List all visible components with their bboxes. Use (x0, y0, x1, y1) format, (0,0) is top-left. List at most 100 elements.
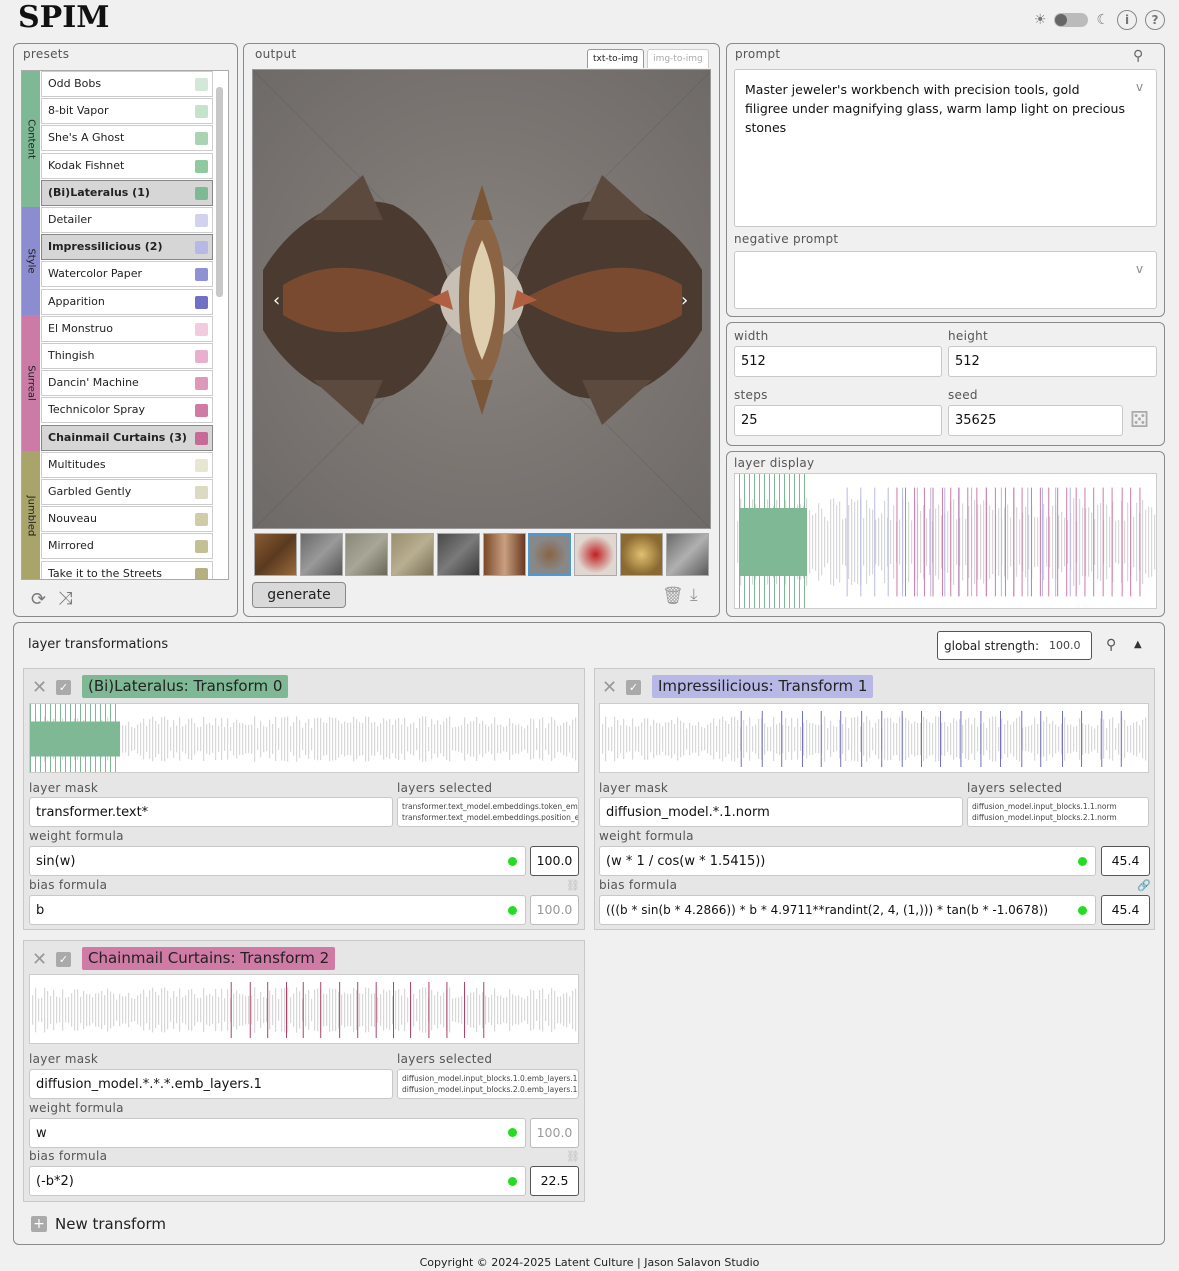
preset-item[interactable]: Detailer (41, 207, 213, 233)
preset-item[interactable]: Garbled Gently (41, 479, 213, 505)
tab-img-to-img[interactable]: img-to-img (647, 49, 709, 68)
unlink-icon[interactable]: ⛓ (566, 879, 580, 892)
close-icon[interactable]: ✕ (32, 949, 47, 970)
preset-item[interactable]: Nouveau (41, 506, 213, 533)
enable-checkbox[interactable]: ✓ (56, 680, 71, 695)
height-input[interactable]: 512 (948, 346, 1157, 377)
layer-bar (323, 993, 325, 1027)
layer-bar (458, 726, 460, 752)
selected-layer-line (302, 982, 304, 1038)
bias-formula-input[interactable]: b (29, 895, 526, 925)
layer-bar (575, 717, 577, 761)
enable-checkbox[interactable]: ✓ (56, 952, 71, 967)
tab-txt-to-img[interactable]: txt-to-img (587, 49, 645, 68)
layer-bar (635, 726, 637, 752)
preset-item[interactable]: (Bi)Lateralus (1) (41, 179, 213, 206)
layer-bar (809, 510, 811, 574)
thumbnail[interactable] (300, 533, 343, 576)
refresh-icon[interactable]: ⟳ (31, 589, 46, 610)
layer-bar (920, 511, 922, 573)
preset-item[interactable]: Kodak Fishnet (41, 152, 213, 179)
preset-item[interactable]: Watercolor Paper (41, 261, 213, 288)
layer-bar (1082, 723, 1084, 755)
trash-icon[interactable]: 🗑 (662, 586, 684, 606)
thumbnail[interactable] (620, 533, 663, 576)
bias-value[interactable]: 100.0 (530, 895, 579, 925)
chevron-down-icon[interactable]: v (1136, 262, 1143, 276)
unlink-icon[interactable]: ⛓ (566, 1150, 580, 1163)
presets-scrollbar[interactable] (215, 73, 225, 577)
transform-title[interactable]: (Bi)Lateralus: Transform 0 (82, 675, 289, 698)
preset-item[interactable]: Odd Bobs (41, 71, 213, 97)
unpin-icon[interactable]: ⚲ (1106, 637, 1116, 653)
weight-formula-input[interactable]: w (29, 1118, 526, 1148)
thumbnail[interactable] (345, 533, 388, 576)
preset-item[interactable]: Apparition (41, 288, 213, 315)
dice-icon[interactable]: ⚄ (1130, 408, 1149, 433)
global-strength-box[interactable]: global strength: 100.0 (937, 631, 1092, 660)
sun-icon[interactable]: ☀ (1034, 12, 1047, 28)
preset-item[interactable]: Chainmail Curtains (3) (41, 424, 213, 451)
transform-title[interactable]: Impressilicious: Transform 1 (652, 675, 874, 698)
preset-item[interactable]: Dancin' Machine (41, 370, 213, 397)
link-icon[interactable]: 🔗 (1137, 879, 1151, 892)
weight-value[interactable]: 45.4 (1101, 846, 1150, 876)
steps-input[interactable]: 25 (734, 405, 942, 436)
thumbnail[interactable] (437, 533, 480, 576)
layer-bar (101, 990, 103, 1030)
thumbnail[interactable] (483, 533, 526, 576)
weight-formula-input[interactable]: (w * 1 / cos(w * 1.5415)) (599, 846, 1096, 876)
layer-mask-input[interactable]: transformer.text* (29, 797, 393, 827)
layer-mask-input[interactable]: diffusion_model.*.*.*.emb_layers.1 (29, 1069, 393, 1099)
collapse-icon[interactable]: ▲ (1134, 639, 1142, 650)
help-icon[interactable]: ? (1145, 10, 1165, 30)
layer-bar (1046, 517, 1048, 567)
bias-formula-input[interactable]: (-b*2) (29, 1166, 526, 1196)
thumbnail[interactable] (666, 533, 709, 576)
preset-item[interactable]: Technicolor Spray (41, 397, 213, 424)
weight-value[interactable]: 100.0 (530, 1118, 579, 1148)
transform-title[interactable]: Chainmail Curtains: Transform 2 (82, 947, 336, 970)
preset-item[interactable]: Impressilicious (2) (41, 234, 213, 261)
shuffle-icon[interactable]: ⤨ (58, 588, 72, 609)
preset-item[interactable]: El Monstruo (41, 315, 213, 342)
prompt-input[interactable]: Master jeweler's workbench with precisio… (734, 69, 1157, 227)
thumbnail[interactable] (391, 533, 434, 576)
moon-icon[interactable]: ☾ (1096, 12, 1109, 28)
info-icon[interactable]: i (1117, 10, 1137, 30)
preset-item[interactable]: Take it to the Streets (41, 560, 213, 579)
layer-mask-input[interactable]: diffusion_model.*.1.norm (599, 797, 963, 827)
layer-bar (1007, 504, 1009, 580)
close-icon[interactable]: ✕ (602, 677, 617, 698)
bias-formula-input[interactable]: (((b * sin(b * 4.2866)) * b * 4.9711**ra… (599, 895, 1096, 925)
close-icon[interactable]: ✕ (32, 677, 47, 698)
preset-item[interactable]: 8-bit Vapor (41, 98, 213, 125)
weight-formula-input[interactable]: sin(w) (29, 846, 526, 876)
bias-value[interactable]: 22.5 (530, 1166, 579, 1196)
thumbnail[interactable] (254, 533, 297, 576)
layer-bar (935, 716, 937, 762)
new-transform-button[interactable]: + New transform (31, 1215, 166, 1233)
preset-item[interactable]: She's A Ghost (41, 125, 213, 152)
preset-item[interactable]: Thingish (41, 343, 213, 369)
layer-bar (542, 717, 544, 761)
preset-item[interactable]: Multitudes (41, 451, 213, 478)
download-icon[interactable]: ⤓ (690, 585, 698, 605)
layer-bar (482, 720, 484, 758)
enable-checkbox[interactable]: ✓ (626, 680, 641, 695)
thumbnail[interactable] (574, 533, 617, 576)
bias-value[interactable]: 45.4 (1101, 895, 1150, 925)
theme-toggle[interactable] (1054, 13, 1089, 27)
negative-prompt-input[interactable] (734, 251, 1157, 309)
selected-layer-line (410, 982, 412, 1038)
width-input[interactable]: 512 (734, 346, 942, 377)
preset-item[interactable]: Mirrored (41, 533, 213, 560)
weight-value[interactable]: 100.0 (530, 846, 579, 876)
unpin-icon[interactable]: ⚲ (1133, 48, 1143, 64)
seed-input[interactable]: 35625 (948, 405, 1123, 436)
layer-bar (1118, 723, 1120, 755)
generate-button[interactable]: generate (252, 582, 346, 608)
chevron-down-icon[interactable]: v (1136, 80, 1143, 94)
thumbnail-selected[interactable] (528, 533, 571, 576)
layer-bar (305, 722, 307, 756)
